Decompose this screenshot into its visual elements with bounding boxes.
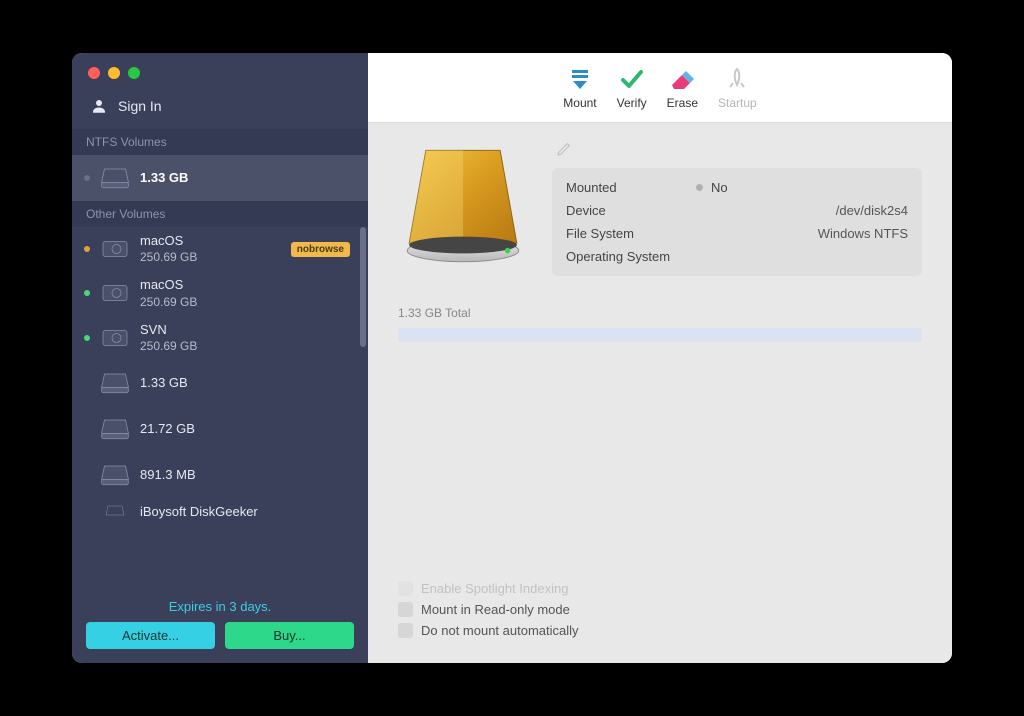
info-label: Operating System	[566, 249, 696, 264]
volume-list: macOS 250.69 GB nobrowse macOS 250.69 GB	[72, 227, 368, 591]
volume-size: 250.69 GB	[140, 295, 197, 310]
status-dot	[84, 335, 90, 341]
info-label: File System	[566, 226, 696, 241]
status-dot	[84, 472, 90, 478]
info-value: No	[711, 180, 728, 195]
capacity-bar	[398, 328, 922, 342]
internal-drive-icon	[100, 236, 130, 262]
volume-item[interactable]: 891.3 MB	[72, 452, 368, 498]
volume-item[interactable]: macOS 250.69 GB nobrowse	[72, 227, 368, 271]
info-row-mounted: Mounted No	[566, 176, 908, 199]
volume-title: macOS	[140, 233, 197, 249]
minimize-window-button[interactable]	[108, 67, 120, 79]
app-window: Sign In NTFS Volumes 1.33 GB Other Volum…	[72, 53, 952, 663]
maximize-window-button[interactable]	[128, 67, 140, 79]
other-section-header: Other Volumes	[72, 201, 368, 227]
volume-title: iBoysoft DiskGeeker	[140, 504, 258, 520]
status-dot	[84, 380, 90, 386]
volume-item[interactable]: SVN 250.69 GB	[72, 316, 368, 360]
mount-icon	[567, 66, 593, 92]
internal-drive-icon	[100, 280, 130, 306]
info-value: /dev/disk2s4	[836, 203, 908, 218]
info-row-device: Device /dev/disk2s4	[566, 199, 908, 222]
volume-item[interactable]: 1.33 GB	[72, 360, 368, 406]
verify-icon	[619, 66, 645, 92]
volume-item[interactable]: macOS 250.69 GB	[72, 271, 368, 315]
status-dot	[84, 246, 90, 252]
status-dot	[84, 290, 90, 296]
volume-big-icon	[398, 141, 528, 271]
drive-icon	[100, 416, 130, 442]
user-icon	[90, 97, 108, 115]
activate-button[interactable]: Activate...	[86, 622, 215, 649]
mount-options: Enable Spotlight Indexing Mount in Read-…	[398, 578, 922, 647]
info-label: Mounted	[566, 180, 696, 195]
status-dot	[84, 426, 90, 432]
option-noauto[interactable]: Do not mount automatically	[398, 620, 922, 641]
option-spotlight: Enable Spotlight Indexing	[398, 578, 922, 599]
content-area: Mounted No Device /dev/disk2s4 File Syst…	[368, 123, 952, 663]
checkbox	[398, 581, 413, 596]
sidebar-footer: Expires in 3 days. Activate... Buy...	[72, 591, 368, 663]
sidebar: Sign In NTFS Volumes 1.33 GB Other Volum…	[72, 53, 368, 663]
verify-button[interactable]: Verify	[617, 66, 647, 110]
trial-expires-label: Expires in 3 days.	[86, 599, 354, 614]
volume-size: 21.72 GB	[140, 421, 195, 437]
mount-button[interactable]: Mount	[563, 66, 596, 110]
info-row-filesystem: File System Windows NTFS	[566, 222, 908, 245]
sidebar-scrollbar[interactable]	[360, 227, 366, 347]
ntfs-volume-item[interactable]: 1.33 GB	[72, 155, 368, 201]
volume-info-box: Mounted No Device /dev/disk2s4 File Syst…	[552, 168, 922, 276]
toolbar: Mount Verify Erase Startup	[368, 53, 952, 123]
drive-icon	[100, 504, 130, 520]
drive-icon	[100, 165, 130, 191]
option-label: Mount in Read-only mode	[421, 602, 570, 617]
option-label: Enable Spotlight Indexing	[421, 581, 568, 596]
volume-item[interactable]: iBoysoft DiskGeeker	[72, 498, 368, 526]
toolbar-label: Startup	[718, 96, 757, 110]
checkbox[interactable]	[398, 602, 413, 617]
ntfs-section-header: NTFS Volumes	[72, 129, 368, 155]
nobrowse-badge: nobrowse	[291, 242, 350, 257]
volume-title: SVN	[140, 322, 197, 338]
info-label: Device	[566, 203, 696, 218]
volume-title: 1.33 GB	[140, 170, 188, 186]
erase-button[interactable]: Erase	[667, 66, 698, 110]
checkbox[interactable]	[398, 623, 413, 638]
sign-in-label: Sign In	[118, 98, 162, 114]
info-row-os: Operating System	[566, 245, 908, 268]
mounted-status-dot	[696, 184, 703, 191]
toolbar-label: Verify	[617, 96, 647, 110]
buy-button[interactable]: Buy...	[225, 622, 354, 649]
volume-title: macOS	[140, 277, 197, 293]
window-controls	[72, 53, 368, 89]
toolbar-label: Mount	[563, 96, 596, 110]
info-value: Windows NTFS	[818, 226, 908, 241]
status-dot	[84, 175, 90, 181]
edit-name-icon[interactable]	[556, 141, 922, 162]
option-readonly[interactable]: Mount in Read-only mode	[398, 599, 922, 620]
drive-icon	[100, 370, 130, 396]
volume-size: 891.3 MB	[140, 467, 196, 483]
volume-size: 250.69 GB	[140, 250, 197, 265]
internal-drive-icon	[100, 325, 130, 351]
main-panel: Mount Verify Erase Startup	[368, 53, 952, 663]
volume-item[interactable]: 21.72 GB	[72, 406, 368, 452]
volume-size: 1.33 GB	[140, 375, 188, 391]
capacity-total-label: 1.33 GB Total	[398, 306, 922, 320]
startup-button: Startup	[718, 66, 757, 110]
status-dot	[84, 504, 90, 510]
toolbar-label: Erase	[667, 96, 698, 110]
sign-in-button[interactable]: Sign In	[72, 89, 368, 129]
close-window-button[interactable]	[88, 67, 100, 79]
erase-icon	[669, 66, 695, 92]
drive-icon	[100, 462, 130, 488]
startup-icon	[724, 66, 750, 92]
option-label: Do not mount automatically	[421, 623, 579, 638]
volume-size: 250.69 GB	[140, 339, 197, 354]
